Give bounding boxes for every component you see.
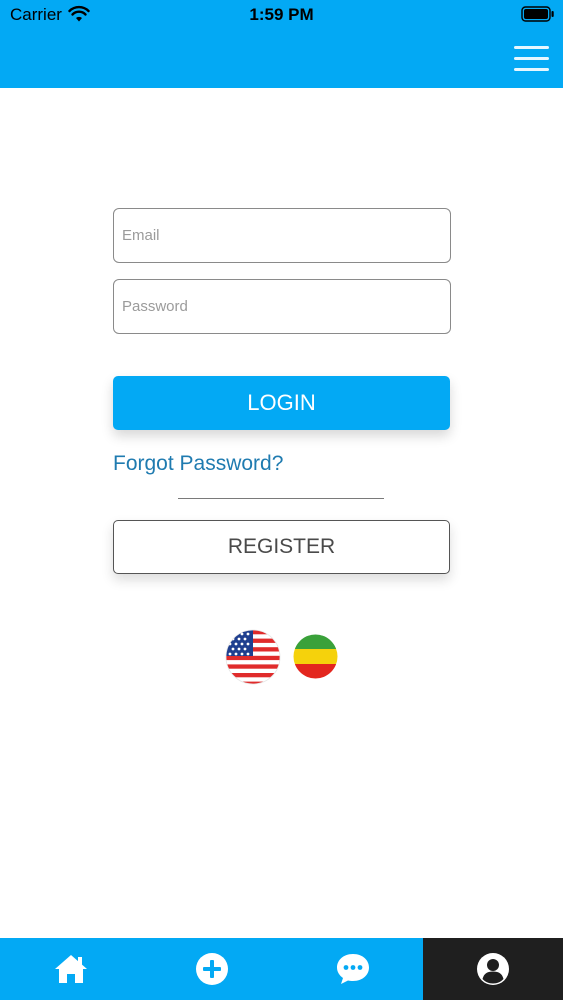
divider	[178, 498, 384, 499]
user-profile-icon	[477, 953, 509, 985]
chat-bubble-icon	[336, 954, 369, 984]
bottom-tab-bar	[0, 938, 563, 1000]
tab-chat[interactable]	[282, 938, 423, 1000]
password-input[interactable]	[114, 280, 450, 333]
register-button[interactable]: REGISTER	[113, 520, 450, 574]
email-field[interactable]	[113, 208, 451, 263]
home-icon	[54, 955, 87, 983]
email-input[interactable]	[114, 209, 450, 262]
status-time: 1:59 PM	[249, 5, 314, 24]
us-flag-icon[interactable]	[225, 629, 281, 685]
tab-add[interactable]	[141, 938, 282, 1000]
tab-home[interactable]	[0, 938, 141, 1000]
forgot-password-link[interactable]: Forgot Password?	[113, 452, 283, 476]
battery-icon	[521, 6, 554, 22]
login-button[interactable]: LOGIN	[113, 376, 450, 430]
plus-circle-icon	[195, 953, 228, 985]
hamburger-menu-icon[interactable]	[514, 44, 552, 74]
tab-profile[interactable]	[423, 938, 563, 1000]
login-screen: Carrier 1:59 PM LOGIN Forgot Password? R…	[0, 0, 563, 1000]
app-header: Carrier 1:59 PM	[0, 0, 563, 88]
password-field[interactable]	[113, 279, 451, 334]
ethiopia-flag-icon[interactable]	[293, 634, 338, 679]
